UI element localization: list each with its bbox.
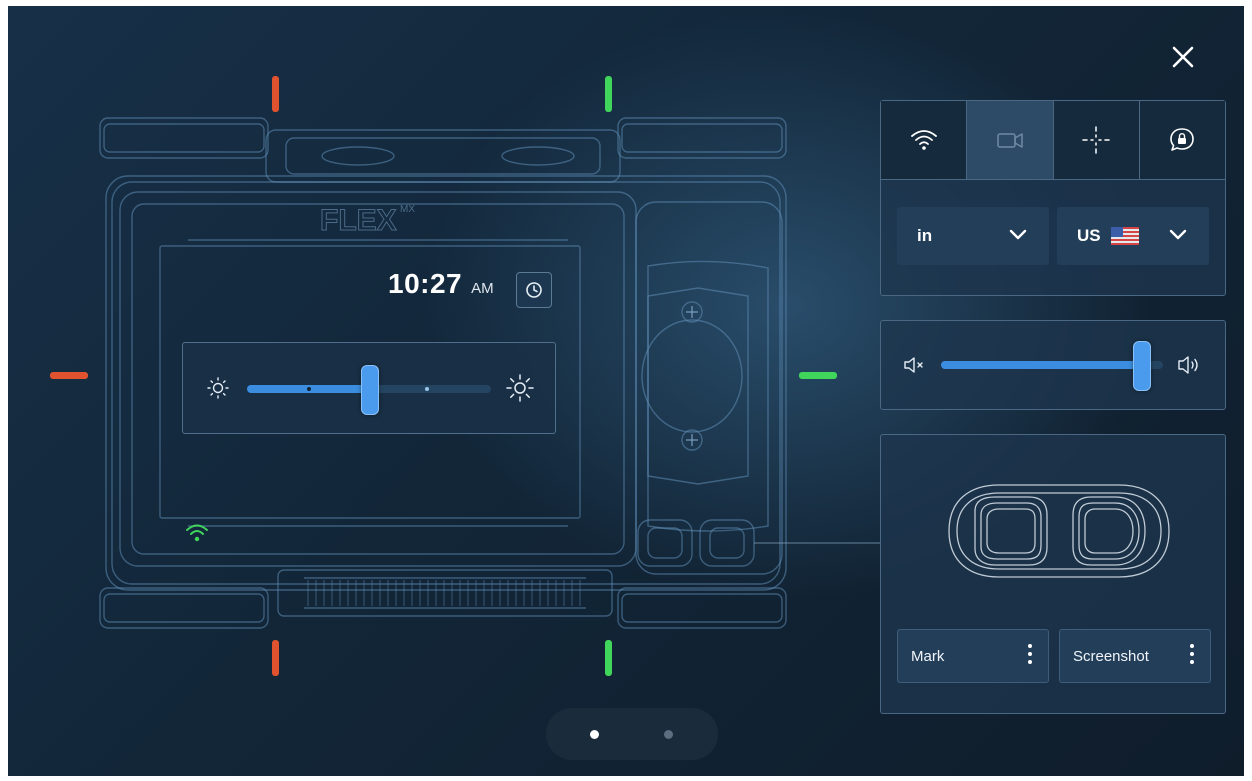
settings-card: in US (880, 100, 1226, 296)
brightness-card (182, 342, 556, 434)
close-button[interactable] (1168, 42, 1198, 72)
screenshot-button[interactable]: Screenshot (1059, 629, 1211, 683)
clock-ampm: AM (471, 279, 494, 297)
brand-logo: FLEX (320, 204, 397, 237)
page-dot-2[interactable] (664, 730, 673, 739)
right-bottom-marker (605, 640, 612, 676)
tab-crosshair[interactable] (1053, 101, 1140, 179)
brand-logo-suffix: MX (400, 204, 415, 215)
tab-wifi[interactable] (881, 101, 968, 179)
right-top-marker (605, 76, 612, 112)
chevron-down-icon (1009, 229, 1027, 240)
page-indicator (546, 708, 718, 760)
page-dot-1[interactable] (590, 730, 599, 739)
chat-lock-icon (1170, 128, 1195, 151)
brightness-step-dot (425, 387, 429, 391)
mark-button-label: Mark (911, 647, 945, 665)
tab-chat-lock[interactable] (1139, 101, 1225, 179)
right-side-marker (799, 372, 837, 379)
chevron-down-icon (1169, 229, 1187, 240)
more-options-icon[interactable] (1028, 644, 1032, 666)
left-side-marker (50, 372, 88, 379)
screenshot-button-label: Screenshot (1073, 647, 1149, 665)
volume-high-icon (1178, 356, 1198, 374)
tab-camera[interactable] (967, 101, 1054, 179)
us-flag-icon (1110, 227, 1139, 245)
tabs-divider (881, 179, 1225, 180)
clock-settings-button[interactable] (516, 272, 552, 308)
brightness-high-icon (506, 374, 534, 402)
wifi-icon (910, 130, 937, 150)
brightness-low-icon (207, 377, 229, 399)
hardware-buttons-illustration (948, 484, 1170, 578)
device-wifi-icon (186, 524, 208, 542)
region-select[interactable]: US (1057, 207, 1209, 265)
more-options-icon[interactable] (1190, 644, 1194, 666)
hardware-buttons-card: Mark Screenshot (880, 434, 1226, 714)
camera-icon (997, 133, 1023, 148)
brightness-slider-thumb[interactable] (361, 365, 379, 415)
volume-track[interactable] (941, 361, 1163, 369)
left-bottom-marker (272, 640, 279, 676)
volume-mute-icon (904, 357, 923, 373)
left-top-marker (272, 76, 279, 112)
volume-fill (941, 361, 1141, 369)
brightness-step-dot (307, 387, 311, 391)
close-icon (1172, 46, 1194, 68)
units-select-value: in (917, 226, 933, 245)
mode-tabs (881, 101, 1225, 179)
units-select[interactable]: in (897, 207, 1049, 265)
device-clock: 10:27 AM (388, 268, 494, 300)
volume-card (880, 320, 1226, 410)
mark-button[interactable]: Mark (897, 629, 1049, 683)
crosshair-icon (1082, 126, 1110, 154)
region-select-value: US (1077, 226, 1101, 245)
clock-time: 10:27 (388, 268, 463, 299)
screen-background: FLEX MX 10:27 AM in US Mark Screenshot (8, 6, 1244, 776)
clock-icon (526, 282, 542, 298)
volume-slider-thumb[interactable] (1133, 341, 1151, 391)
